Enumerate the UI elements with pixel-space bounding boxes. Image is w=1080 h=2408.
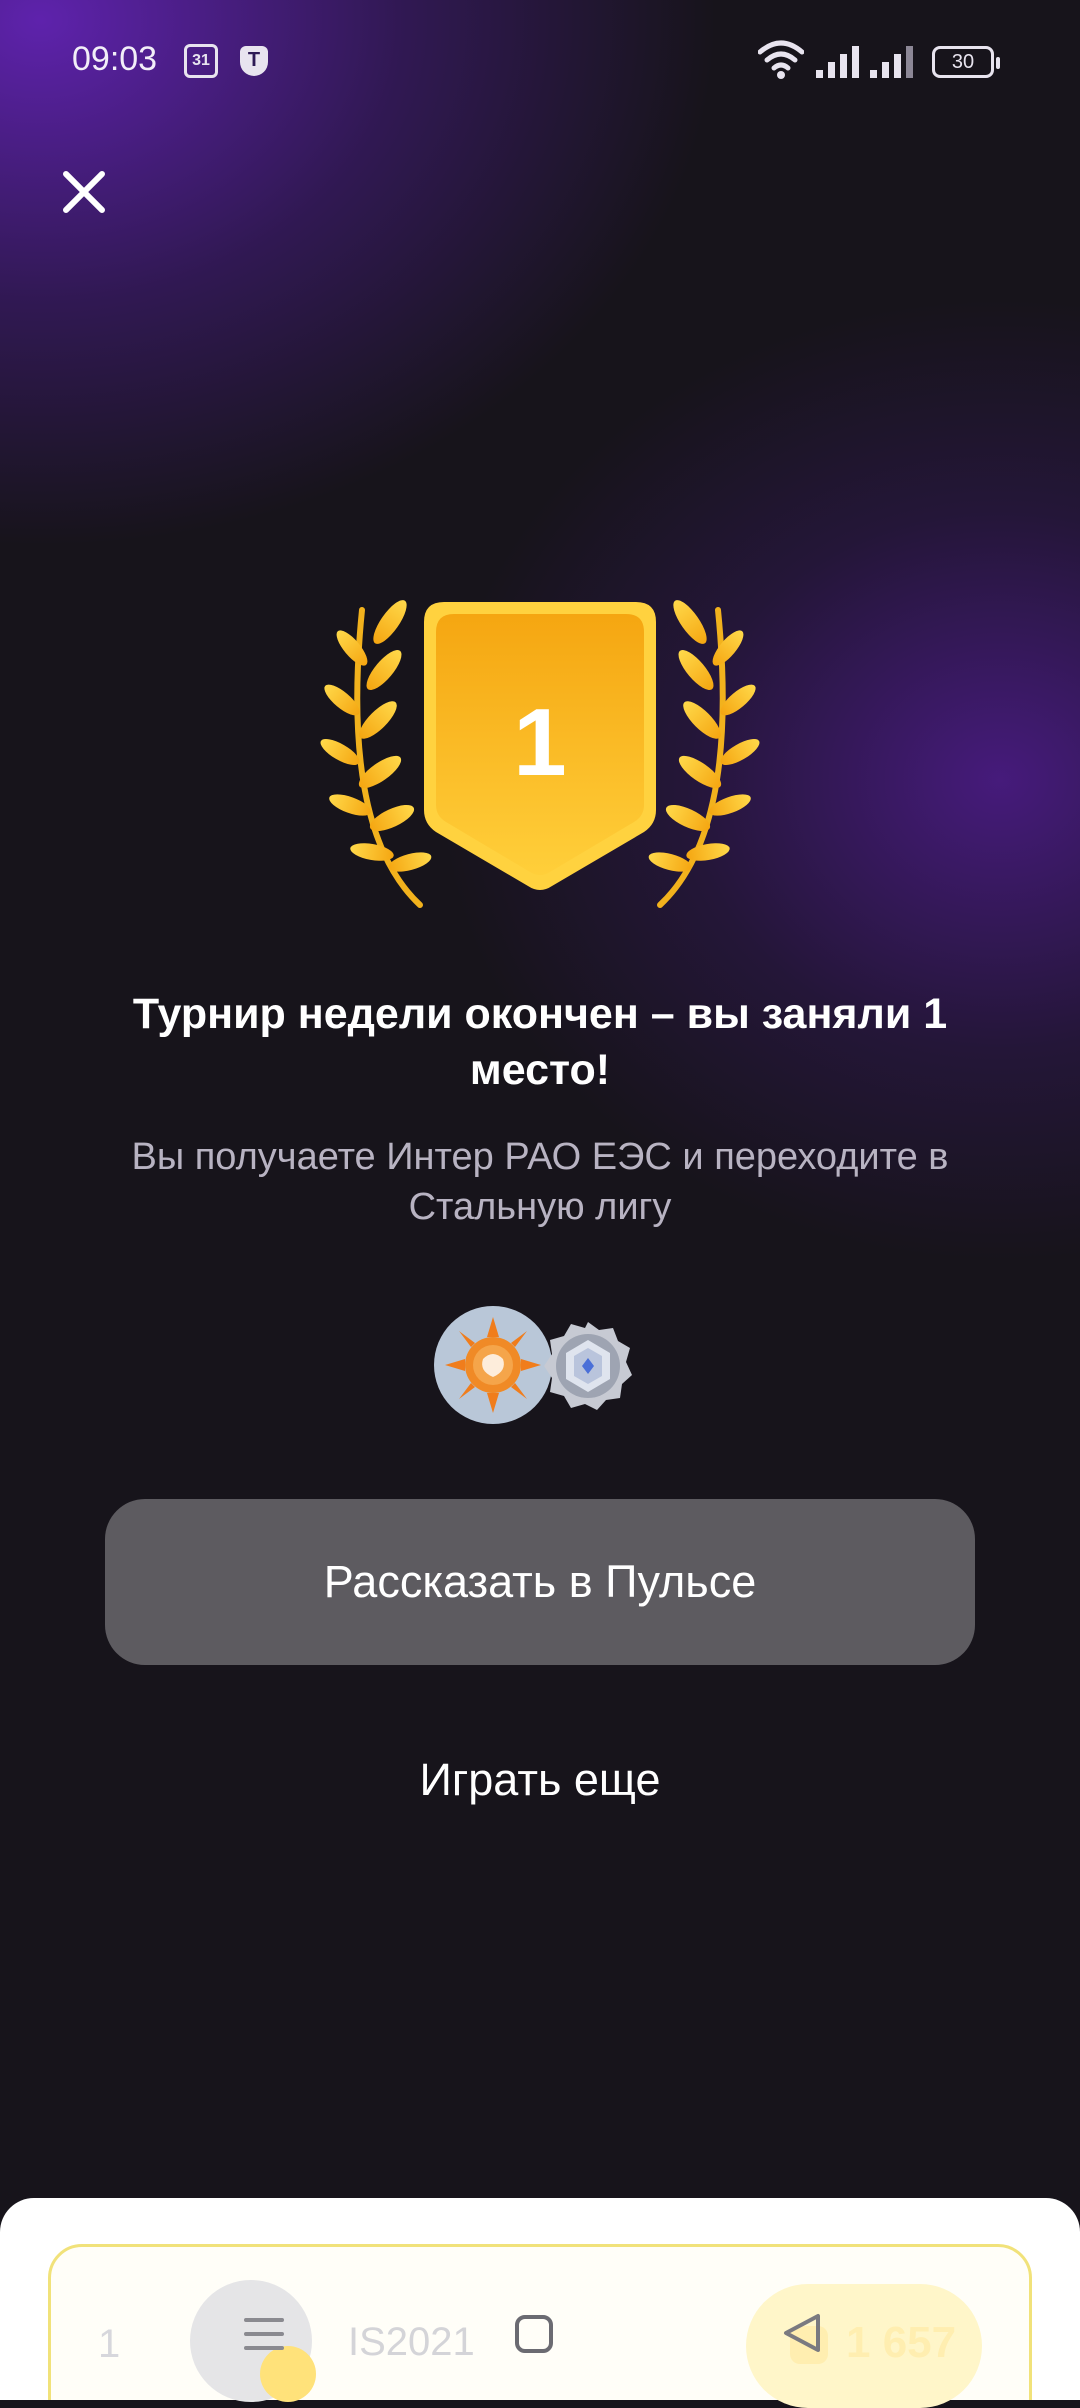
result-description: Вы получаете Интер РАО ЕЭС и переходите … [131,1136,949,1228]
back-triangle-icon [784,2314,820,2352]
battery-icon: 30 [932,46,1000,78]
leaderboard-score: 1 657 [846,2318,957,2367]
place-number: 1 [513,689,566,796]
nav-back-button[interactable] [778,2308,828,2363]
calendar-icon: 31 [184,44,218,78]
status-time: 09:03 [72,40,158,78]
signal-icon [816,46,859,78]
nav-menu-button[interactable] [240,2310,288,2363]
leaderboard-rank: 1 [98,2322,121,2366]
nav-home-button[interactable] [512,2312,556,2361]
laurel-right-icon [648,600,760,908]
play-again-button[interactable]: Играть еще [300,1748,780,1812]
t-app-notification-icon: T [240,46,268,76]
close-button[interactable] [58,166,110,218]
laurel-left-icon [320,600,432,908]
first-place-award: 1 [300,600,780,920]
status-bar: 09:03 31 T 30 [0,0,1080,120]
reward-badges [434,1306,634,1426]
result-headline: Турнир недели окончен – вы заняли 1 мест… [132,990,948,1094]
signal-icon-2 [870,46,913,78]
menu-icon [244,2318,284,2350]
home-square-icon [515,2315,553,2353]
company-logo [434,1306,552,1424]
share-in-pulse-button[interactable]: Рассказать в Пульсе [105,1499,975,1665]
close-icon [63,171,105,213]
steel-league-badge-icon [542,1320,634,1412]
wifi-icon [758,40,804,79]
first-place-shield-icon: 1 [424,602,656,890]
leaderboard-username: IS2021 [348,2320,475,2364]
